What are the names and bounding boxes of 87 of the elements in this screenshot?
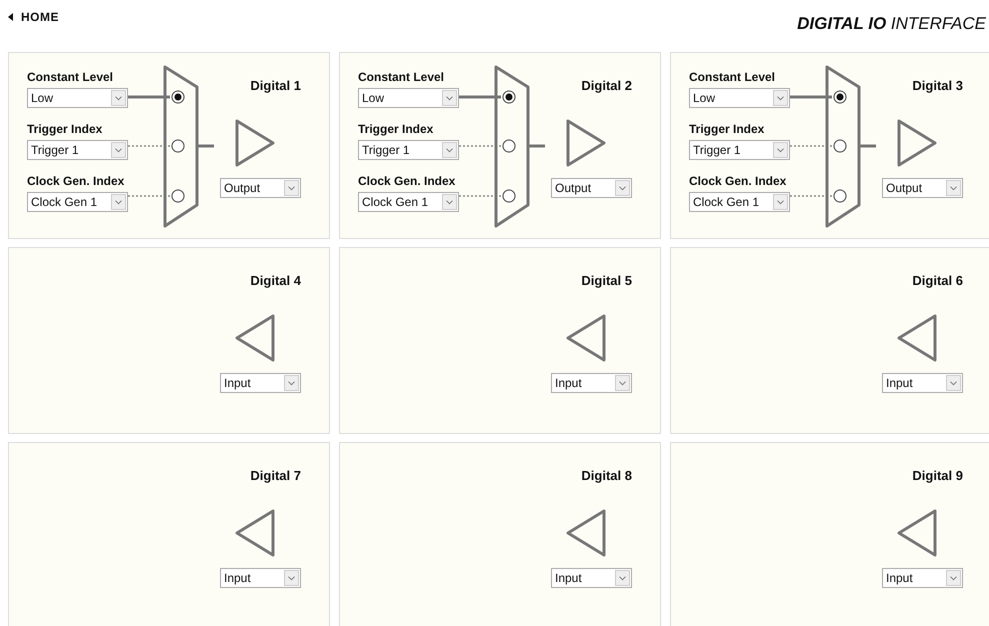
field-label: Constant Level <box>27 70 114 85</box>
chevron-down-icon <box>615 180 630 196</box>
connector-line <box>459 96 501 98</box>
field-label: Clock Gen. Index <box>27 174 126 189</box>
channel-title: Digital 9 <box>912 468 963 484</box>
output-buffer-icon <box>235 119 275 167</box>
connector-line <box>790 145 832 147</box>
chevron-down-icon <box>773 142 788 158</box>
field-label: Clock Gen. Index <box>689 174 788 189</box>
channel-title: Digital 7 <box>250 468 301 484</box>
channel-title: Digital 5 <box>581 273 632 289</box>
radio-button[interactable] <box>834 90 846 104</box>
chevron-down-icon <box>946 570 961 586</box>
dropdown[interactable]: Input <box>882 568 963 588</box>
field-label: Constant Level <box>358 70 446 85</box>
chevron-down-icon <box>111 90 126 106</box>
dropdown[interactable]: Trigger 1 <box>27 140 128 160</box>
dropdown[interactable]: Trigger 1 <box>689 140 790 160</box>
chevron-down-icon <box>284 570 299 586</box>
dropdown[interactable]: Clock Gen 1 <box>27 192 128 212</box>
input-buffer-icon <box>897 509 937 557</box>
field-label: Clock Gen. Index <box>358 174 456 189</box>
dropdown[interactable]: Input <box>882 373 963 393</box>
input-buffer-icon <box>566 509 606 557</box>
channel-title: Digital 1 <box>250 78 301 94</box>
dropdown[interactable]: Input <box>220 568 301 588</box>
connector-line <box>128 195 170 197</box>
dropdown[interactable]: Clock Gen 1 <box>358 192 459 212</box>
chevron-down-icon <box>773 194 788 210</box>
chevron-down-icon <box>111 142 126 158</box>
connector-line <box>790 195 832 197</box>
chevron-down-icon <box>615 570 630 586</box>
back-arrow-icon <box>8 13 13 21</box>
field-label: Trigger Index <box>358 122 434 137</box>
dropdown[interactable]: Trigger 1 <box>358 140 459 160</box>
chevron-down-icon <box>111 194 126 210</box>
radio-button[interactable] <box>834 140 846 152</box>
page-title: DIGITAL IO INTERFACE <box>797 14 986 34</box>
radio-button[interactable] <box>172 140 184 152</box>
field-label: Trigger Index <box>689 122 766 137</box>
dropdown[interactable]: Output <box>220 178 301 198</box>
chevron-down-icon <box>946 180 961 196</box>
chevron-down-icon <box>284 180 299 196</box>
radio-button[interactable] <box>502 140 516 152</box>
radio-button[interactable] <box>502 90 516 104</box>
dropdown[interactable]: Input <box>551 373 632 393</box>
input-buffer-icon <box>235 509 275 557</box>
connector-line <box>459 195 501 197</box>
dropdown[interactable]: Output <box>551 178 632 198</box>
radio-button[interactable] <box>502 190 516 202</box>
dropdown[interactable]: Output <box>882 178 963 198</box>
connector-line <box>790 96 832 98</box>
output-buffer-icon <box>897 119 937 167</box>
chevron-down-icon <box>284 375 299 391</box>
radio-button[interactable] <box>172 90 184 104</box>
field-label: Constant Level <box>689 70 776 85</box>
input-buffer-icon <box>235 314 275 362</box>
field-label: Trigger Index <box>27 122 104 137</box>
dropdown[interactable]: Clock Gen 1 <box>689 192 790 212</box>
chevron-down-icon <box>442 194 457 210</box>
connector-line <box>128 145 170 147</box>
dropdown[interactable]: Input <box>551 568 632 588</box>
output-buffer-icon <box>566 119 606 167</box>
dropdown[interactable]: Low <box>27 88 128 108</box>
connector-line <box>128 96 170 98</box>
chevron-down-icon <box>773 90 788 106</box>
channel-title: Digital 4 <box>250 273 301 289</box>
dropdown[interactable]: Low <box>689 88 790 108</box>
input-buffer-icon <box>897 314 937 362</box>
channel-title: Digital 3 <box>912 78 963 94</box>
chevron-down-icon <box>615 375 630 391</box>
chevron-down-icon <box>442 142 457 158</box>
connector-line <box>529 144 545 148</box>
radio-button[interactable] <box>834 190 846 202</box>
dropdown[interactable]: Input <box>220 373 301 393</box>
channel-title: Digital 2 <box>581 78 632 94</box>
channel-title: Digital 6 <box>912 273 963 289</box>
home-link[interactable]: HOME <box>8 10 59 24</box>
connector-line <box>198 144 214 148</box>
connector-line <box>459 145 501 147</box>
dropdown[interactable]: Low <box>358 88 459 108</box>
chevron-down-icon <box>946 375 961 391</box>
connector-line <box>860 144 876 148</box>
radio-button[interactable] <box>172 190 184 202</box>
chevron-down-icon <box>442 90 457 106</box>
channel-title: Digital 8 <box>581 468 632 484</box>
input-buffer-icon <box>566 314 606 362</box>
